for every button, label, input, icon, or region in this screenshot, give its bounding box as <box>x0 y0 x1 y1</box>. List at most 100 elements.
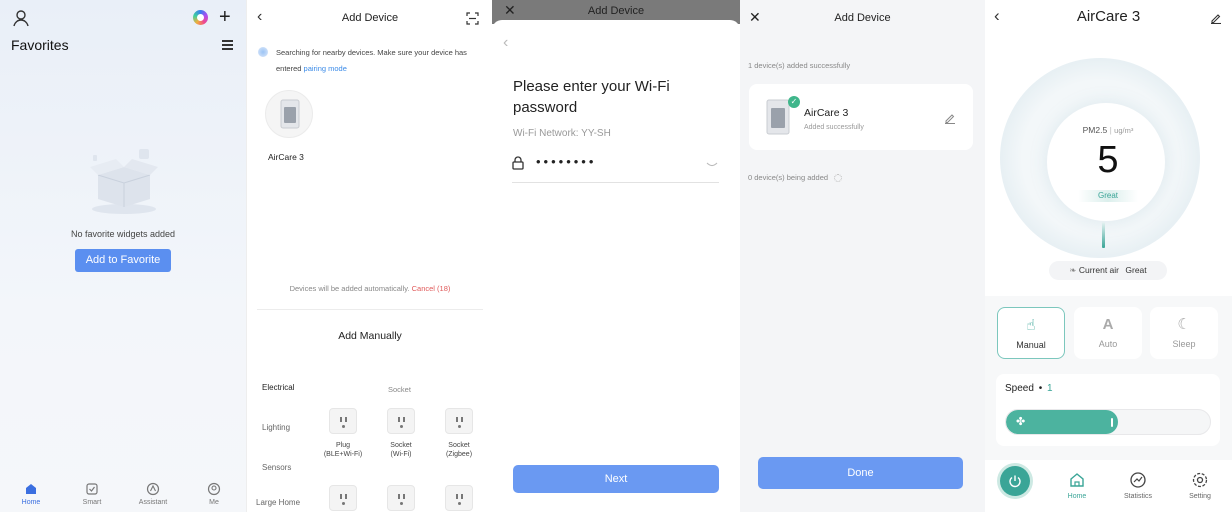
moon-icon: ☾ <box>1177 316 1191 333</box>
search-status-text: Searching for nearby devices. Make sure … <box>276 45 486 77</box>
edit-icon[interactable] <box>1210 12 1222 24</box>
found-device-ring[interactable] <box>265 90 313 138</box>
plug-ble-wifi-tile[interactable] <box>329 408 357 434</box>
add-manually-title: Add Manually <box>338 330 402 342</box>
password-underline <box>512 182 719 183</box>
speed-label: Speed • 1 <box>1005 383 1053 394</box>
mode-auto-button[interactable]: A Auto <box>1074 307 1142 359</box>
device-label-line: Socket <box>390 442 412 449</box>
mode-label: Auto <box>1098 339 1118 349</box>
nav-assistant-label: Assistant <box>138 499 168 506</box>
nav-assistant[interactable]: Assistant <box>133 482 173 506</box>
edit-icon[interactable] <box>944 112 956 124</box>
user-avatar-icon[interactable] <box>11 8 31 28</box>
password-input[interactable]: •••••••• <box>536 154 596 169</box>
socket-header: Socket <box>388 385 411 394</box>
search-screen: ‹ Add Device Searching for nearby device… <box>246 0 492 512</box>
eye-hidden-icon[interactable] <box>706 161 718 169</box>
device-status: Added successfully <box>804 124 864 131</box>
cancel-countdown-link[interactable]: Cancel (18) <box>412 284 451 293</box>
nav-me[interactable]: Me <box>194 482 234 506</box>
nav-me-label: Me <box>209 499 219 506</box>
mode-manual-button[interactable]: ☝ Manual <box>997 307 1065 359</box>
speed-slider-fill: ✤ <box>1006 410 1119 434</box>
device-label-line: (Wi-Fi) <box>390 451 412 458</box>
nav-smart-label: Smart <box>82 499 102 506</box>
device-tile[interactable] <box>445 485 473 511</box>
added-device-card[interactable]: ✓ AirCare 3 Added successfully <box>749 84 973 150</box>
socket-wifi-tile[interactable] <box>387 408 415 434</box>
device-tile[interactable] <box>329 485 357 511</box>
device-label-line: (BLE+Wi-Fi) <box>323 451 363 458</box>
nav-setting[interactable]: Setting <box>1180 471 1220 500</box>
nav-setting-label: Setting <box>1189 493 1211 500</box>
slider-handle[interactable] <box>1111 418 1114 427</box>
pending-text: 0 device(s) being added <box>748 173 843 183</box>
back-icon[interactable]: ‹ <box>503 34 508 52</box>
device-tile[interactable] <box>387 485 415 511</box>
pairing-mode-link[interactable]: pairing mode <box>304 64 347 73</box>
fan-icon: ✤ <box>1016 416 1026 428</box>
device-label-line: (Zigbee) <box>445 451 473 458</box>
leaf-icon: ❧ <box>1069 265 1077 275</box>
nav-home-label: Home <box>1067 493 1087 500</box>
power-button[interactable] <box>1000 466 1030 496</box>
auto-add-label: Devices will be added automatically. <box>289 284 410 293</box>
gear-icon <box>1192 472 1208 488</box>
empty-box-illustration <box>90 149 158 214</box>
socket-zigbee-tile[interactable] <box>445 408 473 434</box>
nav-home-label: Home <box>21 499 41 506</box>
next-button[interactable]: Next <box>513 465 719 493</box>
device-label-line: Plug <box>335 442 350 449</box>
done-button[interactable]: Done <box>758 457 963 489</box>
current-air-chip: ❧ Current air Great <box>1049 261 1167 280</box>
assistant-icon <box>146 482 160 496</box>
wifi-prompt: Please enter your Wi-Fi password <box>513 78 670 116</box>
category-electrical[interactable]: Electrical <box>262 383 294 392</box>
add-to-favorite-button[interactable]: Add to Favorite <box>75 249 171 272</box>
added-screen: ✕ Add Device 1 device(s) added successfu… <box>740 0 985 512</box>
socket-wifi-label: Socket (Wi-Fi) <box>379 441 423 459</box>
assistant-orb-icon[interactable] <box>193 10 208 25</box>
found-device-name: AirCare 3 <box>268 152 304 162</box>
success-count-text: 1 device(s) added successfully <box>748 61 851 70</box>
current-air-label: Current air <box>1078 265 1119 275</box>
pm-label: PM2.5 | ug/m³ <box>1082 125 1134 135</box>
mode-label: Manual <box>1016 340 1046 350</box>
nav-home[interactable]: Home <box>1057 471 1097 500</box>
home-icon <box>1070 473 1084 487</box>
air-purifier-icon <box>766 99 790 135</box>
nav-home[interactable]: Home <box>11 482 51 506</box>
mode-label: Sleep <box>1172 339 1196 349</box>
speed-slider[interactable]: ✤ <box>1005 409 1211 435</box>
page-title: Favorites <box>11 37 69 53</box>
device-label-line: Socket <box>448 442 470 449</box>
screen-title: Add Device <box>834 12 891 24</box>
pm-value: 5 <box>1097 139 1119 181</box>
nav-smart[interactable]: Smart <box>72 482 112 506</box>
speed-title: Speed <box>1005 383 1034 394</box>
searching-indicator-icon <box>258 47 268 57</box>
current-air-value: Great <box>1125 265 1147 275</box>
nav-statistics-label: Statistics <box>1123 493 1152 500</box>
add-icon[interactable]: + <box>219 6 231 29</box>
auto-add-text: Devices will be added automatically. Can… <box>247 284 492 293</box>
category-large-home[interactable]: Large Home <box>256 498 300 507</box>
dial-needle <box>1102 222 1105 248</box>
wifi-screen: ✕ Add Device ‹ Please enter your Wi-Fi p… <box>492 0 740 512</box>
lock-icon <box>512 156 524 170</box>
mode-sleep-button[interactable]: ☾ Sleep <box>1150 307 1218 359</box>
pm-name: PM2.5 <box>1082 125 1108 135</box>
category-sensors[interactable]: Sensors <box>262 463 291 472</box>
category-lighting[interactable]: Lighting <box>262 423 290 432</box>
device-control-screen: ‹ AirCare 3 PM2.5 | ug/m³ 5 Great ❧ Curr… <box>985 0 1232 512</box>
menu-icon[interactable] <box>222 40 233 50</box>
scan-icon[interactable] <box>466 12 479 25</box>
divider <box>257 309 483 310</box>
nav-statistics[interactable]: Statistics <box>1118 471 1158 500</box>
device-name: AirCare 3 <box>804 107 849 119</box>
quality-badge: Great <box>1078 190 1138 202</box>
statistics-icon <box>1130 472 1146 488</box>
wifi-network-label: Wi-Fi Network: YY-SH <box>513 128 611 139</box>
screen-title: Add Device <box>341 12 399 24</box>
